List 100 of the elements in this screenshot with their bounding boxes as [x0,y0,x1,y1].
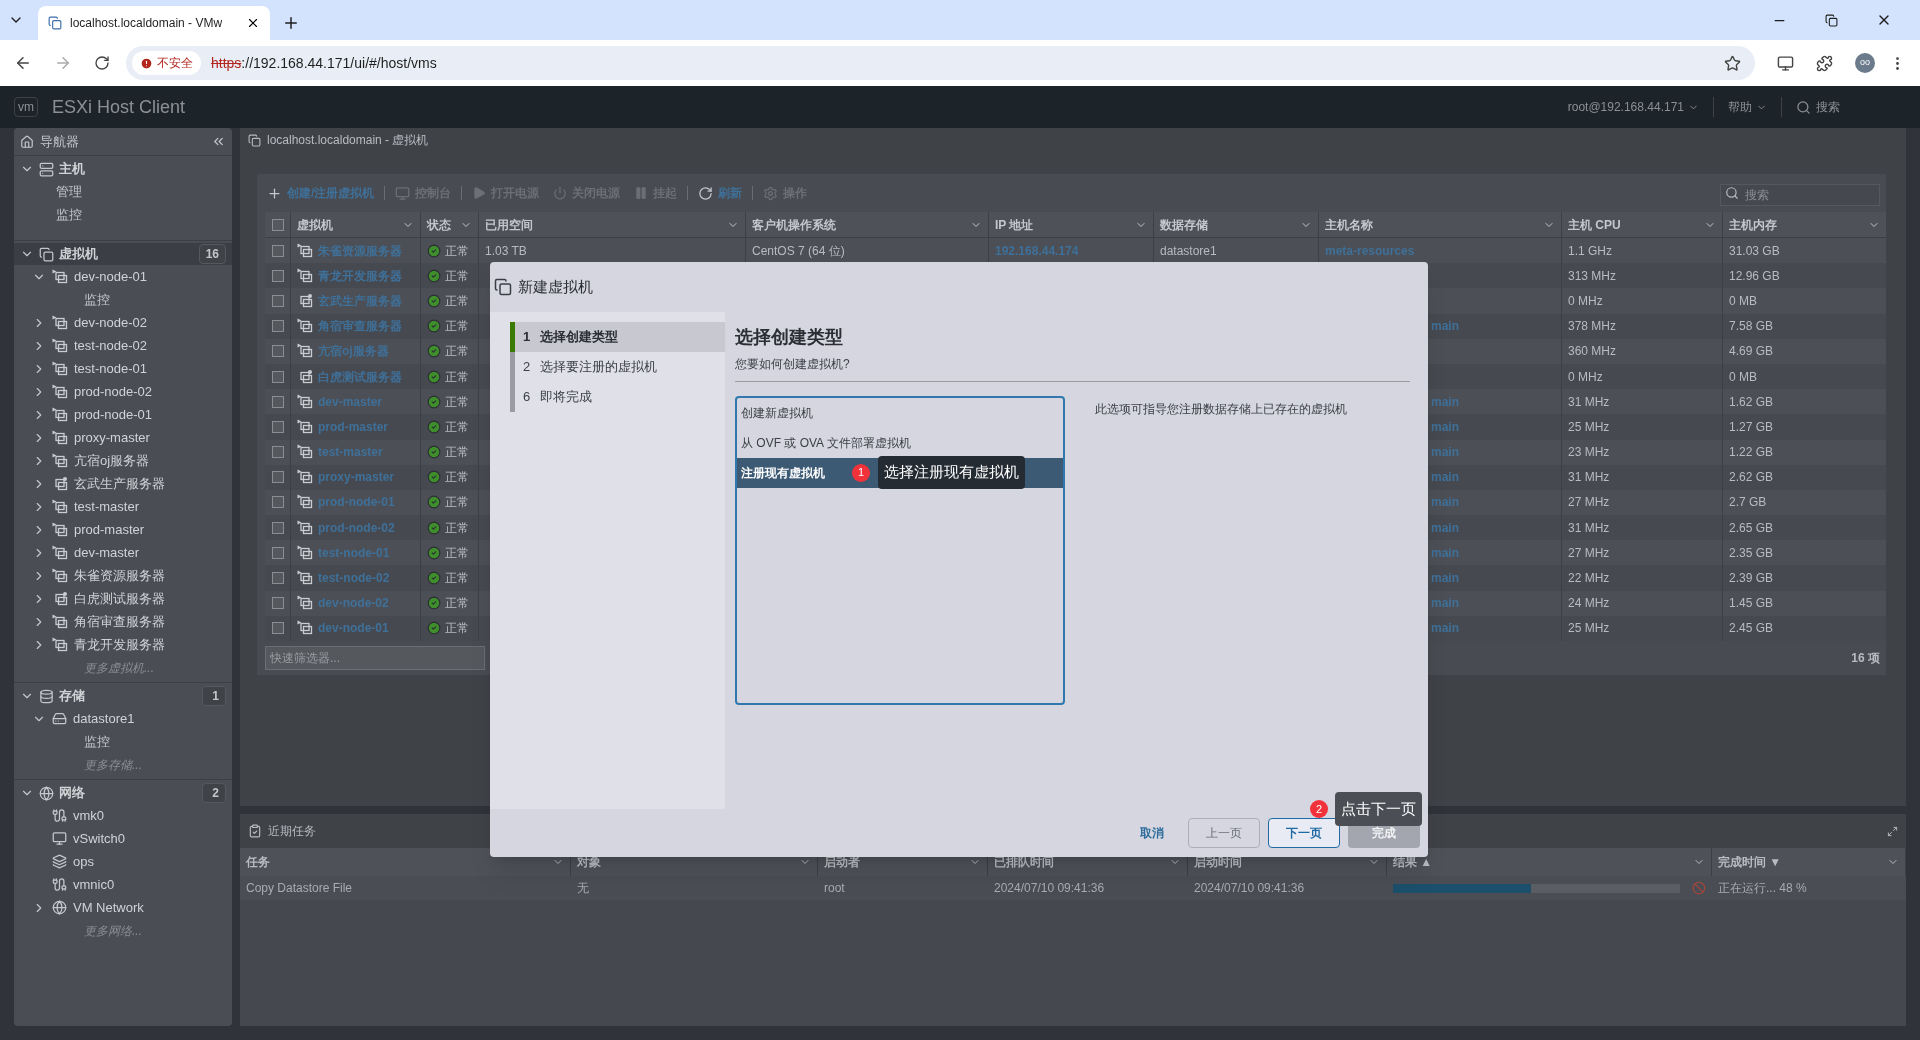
more-link[interactable]: 更多虚拟机... [84,658,154,677]
nav-item[interactable]: test-node-02 [74,335,147,356]
nav-item[interactable]: vSwitch0 [73,828,126,849]
row-checkbox[interactable] [271,597,284,610]
nav-item[interactable]: vmk0 [73,805,105,826]
bookmark-star-icon[interactable] [1724,54,1741,72]
nav-item[interactable]: VM Network [73,897,144,918]
row-checkbox[interactable] [271,521,284,534]
column-header[interactable]: 客户机操作系统 [745,212,988,237]
nav-item[interactable]: 亢宿oj服务器 [74,450,150,471]
row-checkbox[interactable] [271,471,284,484]
nav-item[interactable]: 监控 [56,204,82,225]
new-tab-icon[interactable] [282,14,300,32]
nav-section-row[interactable]: 存储 1 [14,685,232,707]
column-header[interactable]: 主机 CPU [1561,212,1722,237]
nav-item[interactable]: prod-node-02 [74,381,153,402]
nav-item[interactable]: test-master [74,496,139,517]
table-cell: 2.45 GB [1722,615,1886,641]
row-checkbox[interactable] [271,294,284,307]
back-icon[interactable] [14,54,32,72]
nav-item[interactable]: 监控 [84,289,110,310]
nav-section-row[interactable]: 虚拟机 16 [14,243,232,265]
select-all-checkbox[interactable] [271,218,284,231]
column-header[interactable]: 已用空间 [478,212,745,237]
row-checkbox[interactable] [271,446,284,459]
row-checkbox[interactable] [271,395,284,408]
column-header[interactable]: 状态 [420,212,478,237]
nav-item[interactable]: dev-node-02 [74,312,147,333]
tasks-icon [248,824,262,838]
row-checkbox[interactable] [271,370,284,383]
nav-item[interactable]: prod-node-01 [74,404,153,425]
nav-item[interactable]: ops [73,851,94,872]
dialog-button[interactable]: 下一页 [1268,818,1340,848]
more-link[interactable]: 更多存储... [84,755,142,774]
wizard-step[interactable]: 2 选择要注册的虚拟机 [510,352,725,382]
profile-avatar[interactable]: oo [1855,53,1875,73]
row-checkbox[interactable] [271,345,284,358]
extensions-icon[interactable] [1816,54,1833,72]
extension-icon[interactable] [1777,54,1794,72]
help-menu[interactable]: 帮助 [1728,98,1767,116]
nav-item[interactable]: proxy-master [74,427,150,448]
nav-item[interactable]: datastore1 [73,708,135,729]
globe-icon [39,785,54,801]
security-chip[interactable]: 不安全 [132,51,201,75]
nav-item[interactable]: 白虎测试服务器 [74,588,165,609]
nav-item[interactable]: 玄武生产服务器 [74,473,165,494]
close-icon[interactable] [246,16,260,30]
nav-item[interactable]: 管理 [56,181,82,202]
user-menu[interactable]: root@192.168.44.171 [1567,98,1699,116]
creation-type-option[interactable]: 从 OVF 或 OVA 文件部署虚拟机 [737,428,1063,458]
row-checkbox[interactable] [271,269,284,282]
reload-icon[interactable] [94,55,110,71]
status-text: 正常 [445,469,469,487]
wizard-step[interactable]: 1 选择创建类型 [510,322,725,352]
nav-item[interactable]: vmnic0 [73,874,115,895]
table-cell-text: 2024/07/10 09:41:36 [1193,880,1306,897]
column-header[interactable]: 主机内存 [1722,212,1886,237]
status-ok-icon [427,268,441,283]
status-text: 正常 [445,620,469,638]
dialog-button[interactable]: 取消 [1124,818,1180,848]
nav-item[interactable]: dev-node-01 [74,266,147,287]
quick-filter-field[interactable]: 快速筛选器... [265,646,485,670]
nav-item[interactable]: 监控 [84,731,110,752]
row-checkbox[interactable] [271,320,284,333]
address-bar[interactable]: 不安全 https://192.168.44.171/ui/#/host/vms [126,46,1755,80]
table-cell: 1.45 GB [1722,590,1886,616]
nav-item[interactable]: test-node-01 [74,358,147,379]
browser-tab[interactable]: localhost.localdomain - VMw [38,6,270,40]
row-checkbox[interactable] [271,244,284,257]
status-text: 正常 [445,444,469,462]
nav-section-row[interactable]: 主机 [14,158,232,180]
nav-section-row[interactable]: 网络 2 [14,782,232,804]
column-header[interactable]: 虚拟机 [290,212,420,237]
wizard-step[interactable]: 6 即将完成 [510,382,725,412]
row-checkbox[interactable] [271,622,284,635]
row-checkbox[interactable] [271,572,284,585]
nav-item[interactable]: 朱雀资源服务器 [74,565,165,586]
switch-icon [52,831,67,846]
row-checkbox[interactable] [271,546,284,559]
search-field[interactable]: 搜索 [1720,184,1880,206]
global-search[interactable]: 搜索 [1796,98,1906,116]
nav-item[interactable]: prod-master [74,519,145,540]
nav-item[interactable]: dev-master [74,542,140,563]
table-cell: 1.22 GB [1722,439,1886,465]
column-header[interactable]: IP 地址 [988,212,1153,237]
maximize-icon[interactable] [1887,825,1898,837]
more-link[interactable]: 更多网络... [84,921,142,940]
server-icon [39,161,54,177]
nav-item[interactable]: 角宿审查服务器 [74,611,165,632]
column-header[interactable]: 数据存储 [1153,212,1318,237]
creation-type-option[interactable]: 创建新虚拟机 [737,398,1063,428]
restore-icon[interactable] [1825,13,1838,27]
row-checkbox[interactable] [271,496,284,509]
nav-item[interactable]: 青龙开发服务器 [74,634,165,655]
app-title: ESXi Host Client [52,95,186,119]
column-header[interactable]: 主机名称 [1318,212,1561,237]
vm-group-icon [248,133,261,147]
row-checkbox[interactable] [271,420,284,433]
panel-title: localhost.localdomain - 虚拟机 [267,132,429,149]
table-cell: 25 MHz [1561,414,1722,440]
